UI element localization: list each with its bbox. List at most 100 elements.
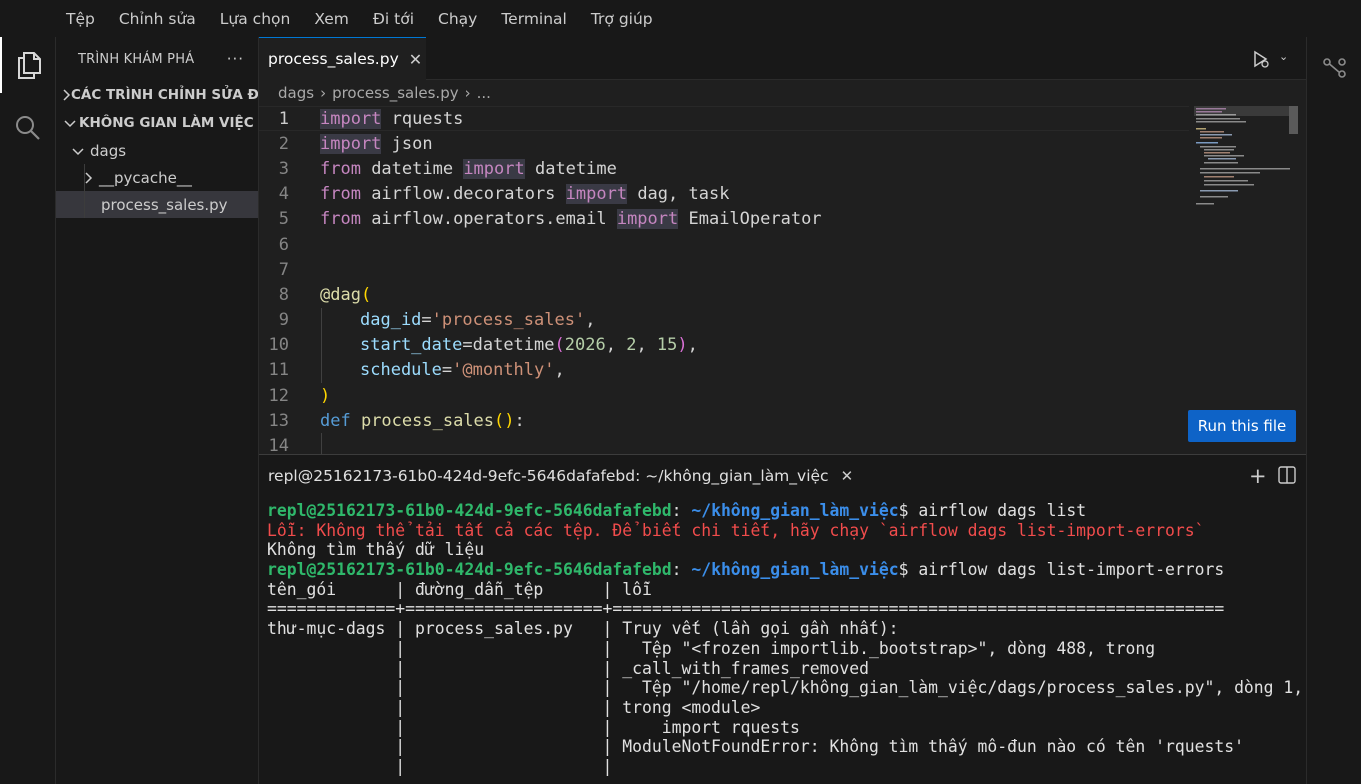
code-token: json [381, 133, 433, 154]
prompt-path: ~/không_gian_làm_việc [681, 560, 899, 580]
code-line: 5 from airflow.operators.email import Em… [259, 207, 1189, 232]
open-editors-section[interactable]: CÁC TRÌNH CHỈNH SỬA ĐANG MỞ [56, 81, 258, 108]
close-icon[interactable]: ✕ [409, 50, 422, 69]
punctuation: , [585, 310, 596, 331]
code-text: from airflow.decorators import dag, task [301, 184, 730, 205]
breadcrumb: dags › process_sales.py › ... [259, 80, 1306, 106]
line-number: 8 [278, 284, 289, 305]
code-line: 11 schedule='@monthly', [259, 357, 1189, 384]
keyword: from [320, 184, 361, 205]
chevron-down-icon[interactable]: ⌄ [1279, 50, 1288, 63]
activity-bar [0, 37, 56, 784]
menu-view[interactable]: Xem [314, 10, 349, 28]
parameter: start_date [360, 335, 463, 356]
code-line: 10 start_date=datetime(2026, 2, 15), [259, 332, 1189, 358]
terminal-tab[interactable]: repl@25162173-61b0-424d-9efc-5646dafafeb… [268, 467, 829, 485]
code-line: 8 @dag( [259, 282, 1189, 307]
string-literal: 'process_sales' [431, 310, 586, 331]
source-control-button[interactable] [1319, 51, 1351, 83]
breadcrumb-symbol[interactable]: ... [477, 84, 491, 102]
terminal-header: repl@25162173-61b0-424d-9efc-5646dafafeb… [259, 455, 1306, 497]
punctuation: , [636, 335, 657, 356]
table-row: | | _call_with_frames_removed [267, 658, 869, 678]
file-process-sales-label: process_sales.py [101, 195, 228, 214]
bracket: ( [360, 284, 372, 305]
explorer-sidebar: TRÌNH KHÁM PHÁ ··· CÁC TRÌNH CHỈNH SỬA Đ… [56, 37, 259, 784]
table-row: thư-mục-dags | process_sales.py | Truy v… [267, 619, 899, 639]
explorer-title: TRÌNH KHÁM PHÁ [78, 51, 195, 67]
run-this-file-button[interactable]: Run this file [1188, 410, 1296, 442]
parameter: schedule [360, 360, 442, 381]
menu-help[interactable]: Trợ giúp [591, 10, 653, 28]
terminal-error-line: Lỗi: Không thể tải tất cả các tệp. Để bi… [267, 520, 1205, 540]
folder-dags-label: dags [90, 141, 127, 160]
keyword: import [565, 184, 628, 205]
bracket: ( [494, 410, 505, 431]
function-call: datetime [472, 335, 555, 356]
prompt-path: ~/không_gian_làm_việc [681, 501, 899, 520]
breadcrumb-file[interactable]: process_sales.py [332, 84, 459, 102]
menu-edit[interactable]: Chỉnh sửa [119, 10, 196, 28]
line-number: 1 [278, 108, 289, 129]
breadcrumb-folder[interactable]: dags [278, 84, 314, 102]
operator: = [441, 360, 453, 381]
number-literal: 15 [656, 335, 678, 356]
indent-guide [321, 332, 322, 358]
indent-guide [321, 433, 322, 454]
code-editor[interactable]: 1 import rquests 2 import json 3 from da… [259, 106, 1189, 454]
workspace-label: KHÔNG GIAN LÀM VIỆC [79, 114, 254, 131]
code-text: from datetime import datetime [301, 158, 617, 179]
prompt-user: repl@25162173-61b0-424d-9efc-5646dafafeb… [267, 501, 672, 520]
table-row: | | Tệp "<frozen importlib._bootstrap>",… [267, 638, 1156, 658]
more-actions-icon[interactable]: ··· [227, 50, 244, 68]
code-text: from airflow.operators.email import Emai… [301, 209, 822, 230]
code-token: datetime [524, 158, 617, 179]
minimap[interactable] [1194, 106, 1294, 216]
explorer-button[interactable] [0, 37, 56, 93]
menu-run[interactable]: Chạy [438, 10, 477, 28]
code-line: 3 from datetime import datetime [259, 156, 1189, 181]
keyword: import [320, 108, 382, 129]
file-process-sales[interactable]: process_sales.py [56, 191, 258, 218]
code-token: airflow.decorators [360, 184, 566, 205]
code-text: @dag( [301, 285, 371, 305]
search-button[interactable] [0, 100, 56, 156]
close-icon[interactable]: ✕ [841, 467, 854, 485]
new-terminal-icon[interactable]: + [1249, 464, 1267, 488]
workspace-section[interactable]: KHÔNG GIAN LÀM VIỆC [56, 109, 258, 136]
chevron-right-icon: › [320, 84, 327, 102]
terminal-command: $ airflow dags list-import-errors [898, 560, 1225, 580]
terminal-output[interactable]: repl@25162173-61b0-424d-9efc-5646dafafeb… [259, 497, 1306, 777]
menu-selection[interactable]: Lựa chọn [220, 10, 291, 28]
menu-file[interactable]: Tệp [66, 10, 95, 28]
folder-pycache[interactable]: __pycache__ [56, 164, 258, 191]
scrollbar-thumb[interactable] [1289, 106, 1298, 134]
tab-process-sales[interactable]: process_sales.py ✕ [259, 37, 426, 80]
line-number: 6 [278, 234, 289, 255]
explorer-header: TRÌNH KHÁM PHÁ ··· [56, 37, 258, 81]
table-row: | | import rquests [267, 717, 800, 737]
line-number: 11 [268, 360, 289, 381]
run-debug-icon[interactable] [1251, 49, 1271, 69]
code-token: rquests [381, 108, 464, 129]
number-literal: 2026 [564, 335, 606, 356]
code-line: 6 [259, 232, 1189, 257]
menu-go[interactable]: Đi tới [373, 10, 414, 28]
line-number: 7 [278, 259, 289, 280]
keyword: from [320, 158, 361, 179]
code-text: dag_id='process_sales', [301, 310, 595, 330]
open-editors-label: CÁC TRÌNH CHỈNH SỬA ĐANG MỞ [71, 86, 259, 103]
code-token: EmailOperator [678, 209, 822, 230]
code-line: 9 dag_id='process_sales', [259, 307, 1189, 333]
table-header: tên_gói | đường_dẫn_tệp | lỗi [267, 579, 652, 599]
keyword: def [320, 410, 351, 431]
string-literal: '@monthly' [452, 360, 555, 381]
code-token: dag, task [627, 184, 730, 205]
git-graph-icon [1323, 58, 1346, 78]
table-row: | | Tệp "/home/repl/không_gian_làm_việc/… [267, 678, 1304, 698]
line-number: 2 [278, 133, 289, 154]
split-terminal-icon[interactable] [1278, 466, 1296, 484]
folder-dags[interactable]: dags [56, 137, 258, 164]
menu-terminal[interactable]: Terminal [501, 10, 567, 28]
chevron-down-icon [69, 146, 87, 156]
